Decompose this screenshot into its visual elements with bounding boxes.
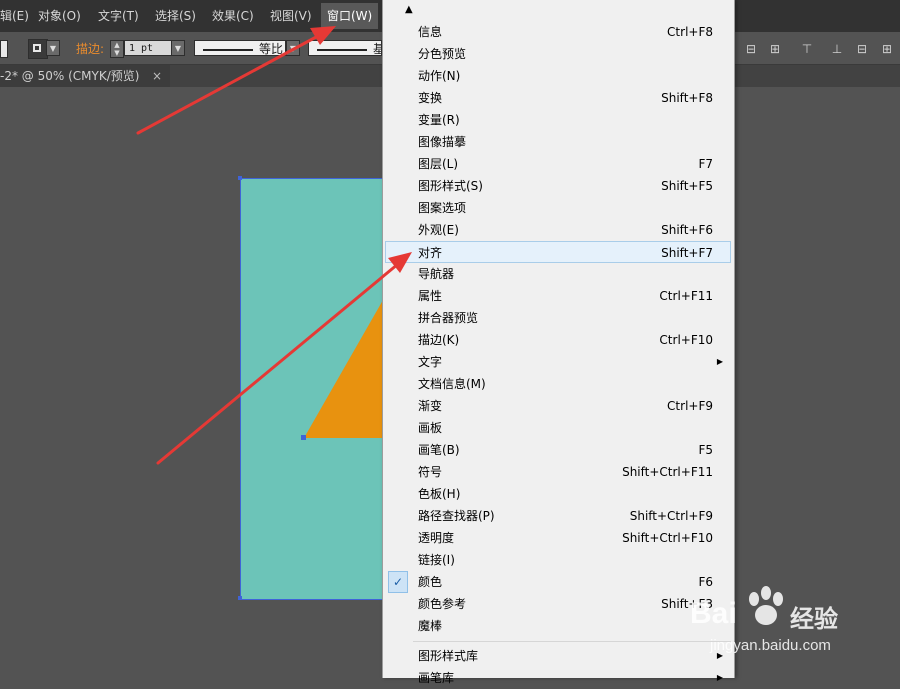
- menu-item-label: 属性: [418, 289, 443, 303]
- menu-item-artboards[interactable]: 画板: [385, 417, 731, 439]
- menu-item-label: 分色预览: [418, 47, 467, 61]
- menu-item-color[interactable]: ✓ 颜色 F6: [385, 571, 731, 593]
- menu-item-label: 透明度: [418, 531, 455, 545]
- menu-item-shortcut: Ctrl+F8: [667, 25, 713, 39]
- menu-item-label: 图形样式(S): [418, 179, 483, 193]
- menu-item-label: 画笔(B): [418, 443, 460, 457]
- paw-icon: [749, 586, 783, 625]
- menu-item-type[interactable]: 文字 ▶: [385, 351, 731, 373]
- menu-item-label: 拼合器预览: [418, 311, 479, 325]
- menu-item-label: 信息: [418, 25, 443, 39]
- menu-item-shortcut: Shift+F8: [661, 91, 713, 105]
- scroll-up-icon: ▲: [405, 4, 413, 15]
- scroll-up-arrow[interactable]: ▲: [383, 4, 734, 18]
- menu-item-label: 外观(E): [418, 223, 459, 237]
- menu-item-pathfinder[interactable]: 路径查找器(P) Shift+Ctrl+F9: [385, 505, 731, 527]
- menu-item-shortcut: Shift+Ctrl+F11: [622, 465, 713, 479]
- orange-triangle[interactable]: [304, 300, 383, 438]
- menu-item-label: 动作(N): [418, 69, 461, 83]
- menu-item-label: 颜色参考: [418, 597, 467, 611]
- menu-item-shortcut: F5: [698, 443, 713, 457]
- menu-item-shortcut: Ctrl+F9: [667, 399, 713, 413]
- menu-item-document-info[interactable]: 文档信息(M): [385, 373, 731, 395]
- menu-item-label: 变换: [418, 91, 443, 105]
- menu-item-label: 图形样式库: [418, 649, 479, 663]
- menu-item-shortcut: Ctrl+F11: [659, 289, 713, 303]
- menu-item-layers[interactable]: 图层(L) F7: [385, 153, 731, 175]
- watermark-url: jingyan.baidu.com: [710, 637, 831, 654]
- menu-item-label: 描边(K): [418, 333, 460, 347]
- menu-item-label: 色板(H): [418, 487, 461, 501]
- menu-item-transparency[interactable]: 透明度 Shift+Ctrl+F10: [385, 527, 731, 549]
- menu-item-shortcut: Shift+F6: [661, 223, 713, 237]
- menu-item-variables[interactable]: 变量(R): [385, 109, 731, 131]
- baidu-watermark: Bai 经验 jingyan.baidu.com: [690, 585, 890, 665]
- menu-item-label: 魔棒: [418, 619, 443, 633]
- menu-item-label: 符号: [418, 465, 443, 479]
- watermark-brand-cn: 经验: [790, 606, 838, 633]
- menu-item-navigator[interactable]: 导航器: [385, 263, 731, 285]
- submenu-arrow-icon: ▶: [716, 357, 723, 366]
- menu-item-label: 图层(L): [418, 157, 459, 171]
- menu-item-label: 颜色: [418, 575, 443, 589]
- menu-item-brushes[interactable]: 画笔(B) F5: [385, 439, 731, 461]
- menu-item-align[interactable]: 对齐 Shift+F7: [385, 241, 731, 263]
- menu-separator: [413, 641, 731, 642]
- menu-item-image-trace[interactable]: 图像描摹: [385, 131, 731, 153]
- menu-item-flattener-preview[interactable]: 拼合器预览: [385, 307, 731, 329]
- menu-item-transform[interactable]: 变换 Shift+F8: [385, 87, 731, 109]
- menu-item-actions[interactable]: 动作(N): [385, 65, 731, 87]
- menu-item-links[interactable]: 链接(I): [385, 549, 731, 571]
- menu-item-label: 画笔库: [418, 671, 455, 685]
- menu-item-pattern-options[interactable]: 图案选项: [385, 197, 731, 219]
- menu-item-label: 图像描摹: [418, 135, 467, 149]
- menu-item-label: 画板: [418, 421, 443, 435]
- menu-item-shortcut: Shift+Ctrl+F10: [622, 531, 713, 545]
- window-menu-dropdown: ▲ 信息 Ctrl+F8 分色预览 动作(N) 变换 Shift+F8 变量(R) …: [382, 0, 735, 685]
- menu-item-label: 渐变: [418, 399, 443, 413]
- menu-item-symbols[interactable]: 符号 Shift+Ctrl+F11: [385, 461, 731, 483]
- menu-item-shortcut: F7: [698, 157, 713, 171]
- watermark-brand: Bai: [690, 597, 737, 630]
- menu-item-appearance[interactable]: 外观(E) Shift+F6: [385, 219, 731, 241]
- menu-item-label: 对齐: [418, 246, 443, 260]
- menu-item-magic-wand[interactable]: 魔棒: [385, 615, 731, 637]
- menu-item-label: 变量(R): [418, 113, 460, 127]
- menu-item-label: 文档信息(M): [418, 377, 486, 391]
- menu-item-brush-libraries[interactable]: 画笔库 ▶: [385, 667, 731, 689]
- menu-item-label: 图案选项: [418, 201, 467, 215]
- menu-item-shortcut: Shift+Ctrl+F9: [629, 509, 713, 523]
- menu-item-swatches[interactable]: 色板(H): [385, 483, 731, 505]
- menu-item-label: 链接(I): [418, 553, 455, 567]
- menu-item-stroke[interactable]: 描边(K) Ctrl+F10: [385, 329, 731, 351]
- submenu-arrow-icon: ▶: [716, 673, 723, 682]
- menu-item-shortcut: Shift+F5: [661, 179, 713, 193]
- menu-item-gradient[interactable]: 渐变 Ctrl+F9: [385, 395, 731, 417]
- anchor-point[interactable]: [301, 435, 306, 440]
- menu-item-label: 文字: [418, 355, 443, 369]
- menu-item-label: 路径查找器(P): [418, 509, 495, 523]
- menu-item-separations-preview[interactable]: 分色预览: [385, 43, 731, 65]
- menu-item-graphic-style-libraries[interactable]: 图形样式库 ▶: [385, 645, 731, 667]
- menu-item-attributes[interactable]: 属性 Ctrl+F11: [385, 285, 731, 307]
- menu-item-graphic-styles[interactable]: 图形样式(S) Shift+F5: [385, 175, 731, 197]
- menu-item-label: 导航器: [418, 267, 455, 281]
- menu-item-shortcut: Ctrl+F10: [659, 333, 713, 347]
- menu-item-shortcut: Shift+F7: [661, 246, 713, 260]
- menu-item-info[interactable]: 信息 Ctrl+F8: [385, 21, 731, 43]
- check-icon: ✓: [388, 571, 408, 593]
- menu-item-color-guide[interactable]: 颜色参考 Shift+F3: [385, 593, 731, 615]
